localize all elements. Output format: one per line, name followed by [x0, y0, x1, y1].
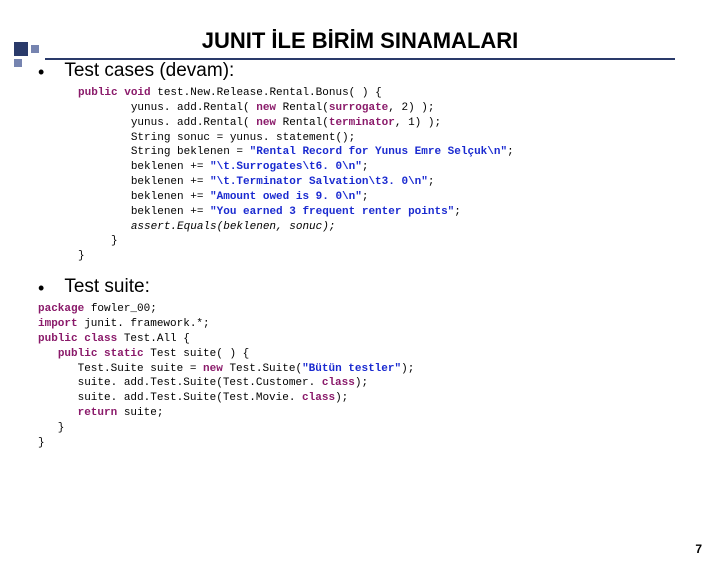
page-number: 7	[695, 542, 702, 556]
section-2-row: • Test suite:	[0, 276, 720, 300]
corner-decor-icon	[14, 42, 39, 67]
section-1-heading: Test cases (devam):	[64, 60, 234, 82]
section-1-row: • Test cases (devam):	[0, 60, 720, 84]
section-2-heading: Test suite:	[64, 276, 150, 298]
code-block-2: package fowler_00; import junit. framewo…	[0, 302, 720, 450]
header-rule	[45, 58, 675, 60]
slide-title: JUNIT İLE BİRİM SINAMALARI	[0, 28, 720, 54]
bullet-icon: •	[38, 276, 44, 300]
code-block-1: public void test.New.Release.Rental.Bonu…	[0, 86, 720, 264]
